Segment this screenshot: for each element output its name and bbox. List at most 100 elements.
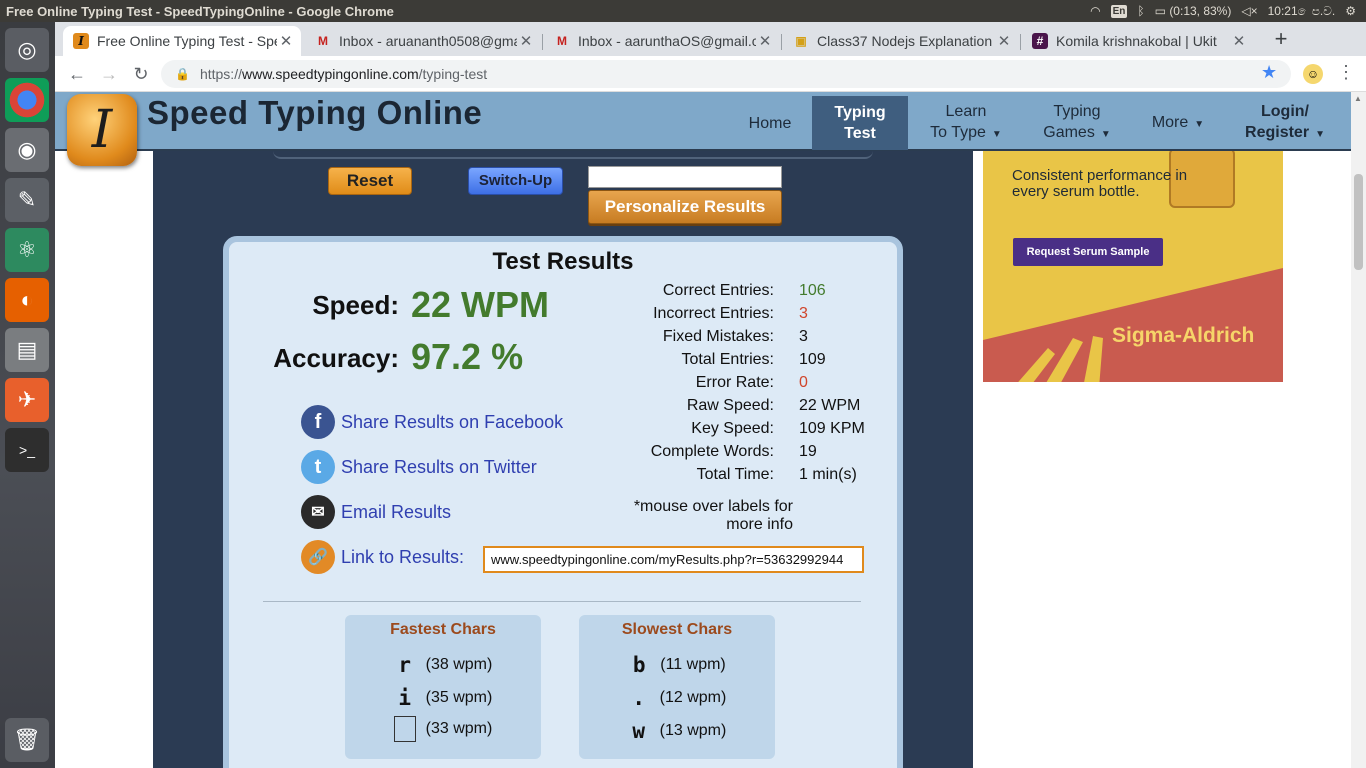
slack-favicon-icon: # — [1032, 33, 1048, 49]
stat-label[interactable]: Correct Entries: — [663, 282, 774, 300]
stat-label[interactable]: Error Rate: — [696, 374, 774, 392]
email-results-row[interactable]: ✉ Email Results — [301, 494, 451, 530]
forward-arrow-icon[interactable]: → — [97, 62, 121, 86]
note-line: *mouse over labels for — [633, 498, 793, 515]
site-logo-text[interactable]: Speed Typing Online — [147, 94, 482, 132]
close-tab-icon[interactable]: ✕ — [277, 32, 295, 50]
close-tab-icon[interactable]: ✕ — [517, 32, 535, 50]
firefox-icon[interactable]: ◐ — [5, 278, 49, 322]
speedtyping-favicon-icon: I — [73, 33, 89, 49]
nav-label: Register — [1245, 124, 1310, 141]
new-tab-button[interactable]: + — [1269, 28, 1293, 52]
email-results-link[interactable]: Email Results — [341, 502, 451, 523]
battery-icon: ▭ — [1154, 4, 1166, 18]
chrome-menu-icon[interactable]: ⋮ — [1337, 62, 1355, 83]
stat-total-time: Total Time: 1 min(s) — [609, 466, 909, 489]
nav-login-register[interactable]: Login/ Register ▼ — [1235, 96, 1335, 150]
site-logo-icon[interactable]: I — [67, 94, 137, 166]
advertisement-banner[interactable]: Consistent performance in every serum bo… — [983, 148, 1283, 382]
accuracy-label[interactable]: Accuracy: — [249, 343, 399, 374]
stat-label[interactable]: Fixed Mistakes: — [663, 328, 774, 346]
name-input[interactable] — [588, 166, 782, 188]
stat-error-rate: Error Rate: 0 — [609, 374, 909, 397]
tab-separator — [1020, 34, 1021, 50]
typing-test-panel: Reset Switch-Up Personalize Results Test… — [153, 151, 973, 768]
stat-label[interactable]: Incorrect Entries: — [653, 305, 774, 323]
ad-cta-button[interactable]: Request Serum Sample — [1013, 238, 1163, 266]
postman-icon[interactable]: ✈ — [5, 378, 49, 422]
char-rate: (13 wpm) — [659, 722, 727, 739]
close-tab-icon[interactable]: ✕ — [995, 32, 1013, 50]
stat-value: 22 WPM — [799, 397, 861, 414]
scroll-up-arrow-icon[interactable]: ▲ — [1354, 94, 1362, 103]
fastest-chars-box: Fastest Chars r (38 wpm) i (35 wpm) (33 wp… — [345, 615, 541, 759]
tab-typing-test[interactable]: I Free Online Typing Test - SpeedTypingO… — [63, 26, 301, 56]
scrollbar-thumb[interactable] — [1354, 174, 1363, 270]
reload-icon[interactable]: ↻ — [129, 62, 153, 86]
clock[interactable]: 10:21 ෙප.ව. — [1268, 4, 1336, 19]
window-title: Free Online Typing Test - SpeedTypingOnl… — [6, 3, 394, 19]
switch-up-button[interactable]: Switch-Up — [468, 167, 563, 195]
char-glyph: r — [398, 653, 411, 677]
stat-raw-speed: Raw Speed: 22 WPM — [609, 397, 909, 420]
tab-gmail-1[interactable]: M Inbox - aruananth0508@gmail.com ✕ — [305, 26, 541, 56]
volume-icon[interactable]: ◁× — [1241, 4, 1257, 18]
nav-typing-test[interactable]: Typing Test — [812, 96, 908, 150]
file-manager-icon[interactable]: ▤ — [5, 328, 49, 372]
char-rate: (11 wpm) — [660, 656, 726, 673]
battery-indicator[interactable]: ▭ (0:13, 83%) — [1155, 4, 1232, 18]
browser-tab-strip: I Free Online Typing Test - SpeedTypingO… — [55, 22, 1366, 56]
url-path: /typing-test — [418, 66, 488, 82]
stat-label[interactable]: Total Time: — [697, 466, 774, 484]
twitter-icon[interactable]: t — [301, 450, 335, 484]
share-facebook-link[interactable]: Share Results on Facebook — [341, 412, 563, 433]
page-scrollbar[interactable]: ▲ — [1351, 92, 1366, 768]
personalize-results-button[interactable]: Personalize Results — [588, 190, 782, 224]
bluetooth-icon[interactable]: ᛒ — [1137, 4, 1144, 18]
share-facebook-row[interactable]: f Share Results on Facebook — [301, 404, 563, 440]
bookmark-star-icon[interactable]: ★ — [1261, 62, 1277, 83]
close-tab-icon[interactable]: ✕ — [756, 32, 774, 50]
nav-typing-games[interactable]: Typing Games ▼ — [1037, 96, 1117, 150]
tab-slack[interactable]: # Komila krishnakobal | Ukit ✕ — [1022, 26, 1254, 56]
reset-button[interactable]: Reset — [328, 167, 412, 195]
divider — [263, 601, 861, 602]
profile-avatar-icon[interactable]: ☺ — [1303, 64, 1323, 84]
speed-label[interactable]: Speed: — [269, 290, 399, 321]
close-tab-icon[interactable]: ✕ — [1230, 32, 1248, 50]
nav-home[interactable]: Home — [735, 96, 805, 150]
facebook-icon[interactable]: f — [301, 405, 335, 439]
unity-launcher: ◎ ◉ ✎ ⚛ ◐ ▤ ✈ >_ 🗑 — [0, 22, 55, 768]
tab-class37[interactable]: ▣ Class37 Nodejs Explanation ✕ — [783, 26, 1019, 56]
text-editor-icon[interactable]: ✎ — [5, 178, 49, 222]
chrome-launcher-icon[interactable] — [5, 78, 49, 122]
back-arrow-icon[interactable]: ← — [65, 62, 89, 86]
char-rate: (38 wpm) — [425, 656, 493, 673]
atom-editor-icon[interactable]: ⚛ — [5, 228, 49, 272]
tab-title: Inbox - aarunthaOS@gmail.com — [578, 33, 756, 49]
stat-label[interactable]: Complete Words: — [651, 443, 774, 461]
stat-label[interactable]: Total Entries: — [682, 351, 774, 369]
stat-correct-entries: Correct Entries: 106 — [609, 282, 909, 305]
results-link-field[interactable]: www.speedtypingonline.com/myResults.php?… — [483, 546, 864, 573]
keyboard-language-indicator[interactable]: En — [1110, 4, 1128, 18]
fastest-char-row: r (38 wpm) — [345, 651, 541, 679]
share-twitter-row[interactable]: t Share Results on Twitter — [301, 449, 537, 485]
nav-label: Login/ — [1261, 103, 1309, 120]
tab-gmail-2[interactable]: M Inbox - aarunthaOS@gmail.com ✕ — [544, 26, 780, 56]
share-twitter-link[interactable]: Share Results on Twitter — [341, 457, 537, 478]
wifi-icon[interactable]: ◠ — [1090, 4, 1100, 18]
stat-label[interactable]: Key Speed: — [691, 420, 774, 438]
trash-icon[interactable]: 🗑 — [5, 718, 49, 762]
dash-home-icon[interactable]: ◎ — [5, 28, 49, 72]
terminal-icon[interactable]: >_ — [5, 428, 49, 472]
test-results-box: Test Results Speed: 22 WPM Accuracy: 97.… — [223, 236, 903, 768]
nav-more[interactable]: More ▼ — [1143, 96, 1213, 150]
nav-learn-to-type[interactable]: Learn To Type ▼ — [921, 96, 1011, 150]
settings-gear-icon[interactable]: ⚙ — [1345, 4, 1356, 18]
stat-value: 106 — [799, 282, 826, 299]
camera-app-icon[interactable]: ◉ — [5, 128, 49, 172]
envelope-icon[interactable]: ✉ — [301, 495, 335, 529]
address-bar[interactable]: 🔒 https://www.speedtypingonline.com/typi… — [161, 60, 1291, 88]
stat-label[interactable]: Raw Speed: — [687, 397, 774, 415]
